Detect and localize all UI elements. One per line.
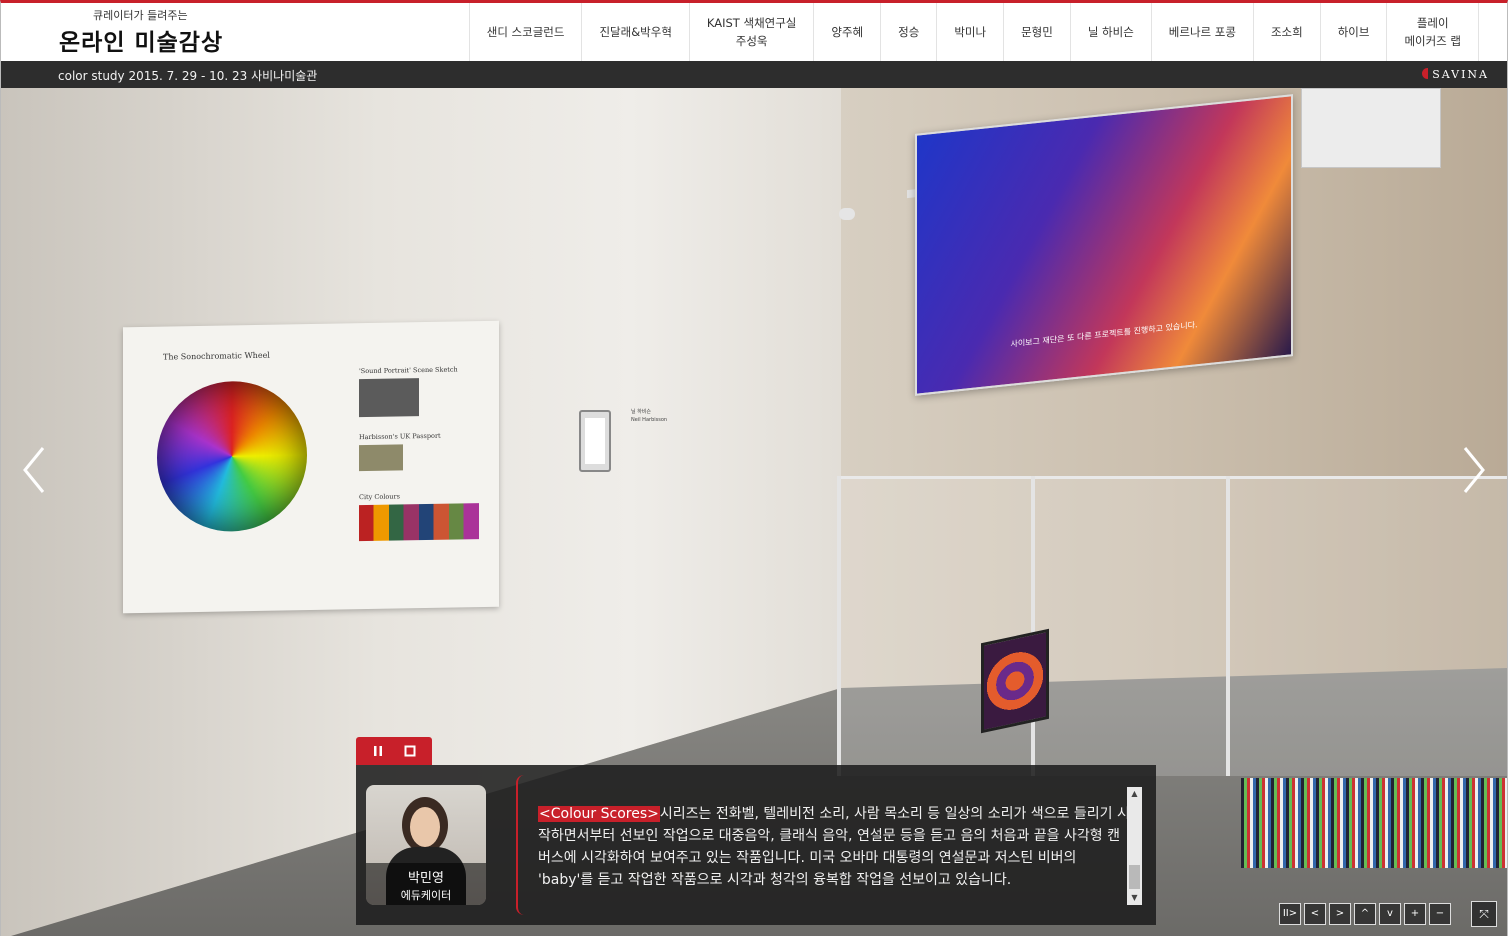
viewer-controls: II> < > ^ v + − <box>1279 903 1451 925</box>
sonochromatic-wheel <box>157 380 307 533</box>
tablet-screen <box>585 418 605 464</box>
savina-mark-icon <box>1422 68 1429 79</box>
nav-item-moon-hyungmin[interactable]: 문형민 <box>1003 3 1070 61</box>
presenter-face <box>410 807 440 847</box>
security-camera <box>839 208 855 220</box>
fullscreen-button[interactable]: ⤧ <box>1471 901 1497 927</box>
video-subtitle: 사이보그 재단은 또 다른 프로젝트를 진행하고 있습니다. <box>1010 320 1198 349</box>
scroll-down-icon[interactable]: ▼ <box>1127 891 1142 905</box>
narration-text: <Colour Scores>시리즈는 전화벨, 텔레비전 소리, 사람 목소리… <box>538 803 1130 891</box>
nav-item-kaist[interactable]: KAIST 색채연구실 주성욱 <box>688 3 813 61</box>
pan-left-button[interactable]: < <box>1304 903 1326 925</box>
nav-item-sandy-skoglund[interactable]: 샌디 스코글런드 <box>468 3 582 61</box>
zoom-in-button[interactable]: + <box>1404 903 1426 925</box>
railing-post <box>837 476 841 776</box>
next-arrow-icon[interactable] <box>1457 444 1489 496</box>
wall-tablet[interactable] <box>579 410 611 472</box>
pan-up-button[interactable]: ^ <box>1354 903 1376 925</box>
wall-label-title: 닐 하비슨 <box>631 409 651 415</box>
railing-post <box>1226 476 1230 776</box>
narration-highlight: <Colour Scores> <box>538 806 660 822</box>
nav-item-jin-park[interactable]: 진달래&박우혁 <box>581 3 688 61</box>
video-screen[interactable]: 사이보그 재단은 또 다른 프로젝트를 진행하고 있습니다. <box>915 94 1293 396</box>
header: 큐레이터가 들려주는 온라인 미술감상 샌디 스코글런드 진달래&박우혁 KAI… <box>1 3 1507 61</box>
stop-icon[interactable] <box>403 744 417 758</box>
nav-item-hive[interactable]: 하이브 <box>1319 3 1387 61</box>
narration-panel: 박민영 에듀케이터 <Colour Scores>시리즈는 전화벨, 텔레비전 … <box>356 765 1156 925</box>
nav-item-neil-harbisson[interactable]: 닐 하비슨 <box>1069 3 1151 61</box>
logo-title[interactable]: 온라인 미술감상 <box>59 23 223 57</box>
pan-right-button[interactable]: > <box>1329 903 1351 925</box>
railing-post <box>1031 476 1035 776</box>
prev-arrow-icon[interactable] <box>19 444 51 496</box>
narration-scrollbar[interactable]: ▲ ▼ <box>1127 787 1142 905</box>
presenter-role: 에듀케이터 <box>400 889 452 902</box>
narration-divider <box>516 775 524 915</box>
app-window: 큐레이터가 들려주는 온라인 미술감상 샌디 스코글런드 진달래&박우혁 KAI… <box>0 0 1508 936</box>
narration-controls <box>356 737 432 765</box>
artwork-panel[interactable]: The Sonochromatic Wheel 'Sound Portrait'… <box>123 320 499 614</box>
book-shelf <box>1241 778 1507 868</box>
presenter-name: 박민영 <box>408 871 444 886</box>
floor-artwork[interactable] <box>981 628 1049 734</box>
exhibition-info: color study 2015. 7. 29 - 10. 23 사비나미술관 <box>58 69 318 83</box>
pause-icon[interactable] <box>371 744 385 758</box>
city-colours-swatches <box>359 503 479 542</box>
presenter-photo: 박민영 에듀케이터 <box>366 785 486 905</box>
nav-item-park-mina[interactable]: 박미나 <box>936 3 1003 61</box>
logo-subtitle: 큐레이터가 들려주는 <box>93 9 188 22</box>
presenter-caption: 박민영 에듀케이터 <box>366 863 486 905</box>
exhibition-bar: color study 2015. 7. 29 - 10. 23 사비나미술관 … <box>1 61 1507 88</box>
artist-nav: 샌디 스코글런드 진달래&박우혁 KAIST 색채연구실 주성욱 양주혜 정승 … <box>468 3 1479 61</box>
panel-photo <box>359 378 419 418</box>
nav-item-jeong-seung[interactable]: 정승 <box>880 3 936 61</box>
air-conditioner <box>1301 88 1441 168</box>
savina-logo: SAVINA <box>1422 68 1489 81</box>
nav-item-yang-joohae[interactable]: 양주혜 <box>813 3 880 61</box>
artist-wall-label: 닐 하비슨 Neil Harbisson <box>631 408 749 424</box>
wall-label-subtitle: Neil Harbisson <box>631 417 668 423</box>
nav-item-playmakers-lab[interactable]: 플레이 메이커즈 랩 <box>1386 3 1479 61</box>
pan-down-button[interactable]: v <box>1379 903 1401 925</box>
autoplay-button[interactable]: II> <box>1279 903 1301 925</box>
scroll-up-icon[interactable]: ▲ <box>1127 787 1142 801</box>
nav-item-bernard-faucon[interactable]: 베르나르 포콩 <box>1150 3 1253 61</box>
glass-railing <box>837 476 1507 776</box>
panel-section-3: City Colours <box>359 492 400 502</box>
panel-section-2: Harbisson's UK Passport <box>359 431 441 442</box>
nav-item-jo-sohee[interactable]: 조소희 <box>1252 3 1320 61</box>
zoom-out-button[interactable]: − <box>1429 903 1451 925</box>
scroll-thumb[interactable] <box>1129 865 1140 889</box>
panel-title: The Sonochromatic Wheel <box>163 350 270 362</box>
passport-photo <box>359 444 403 472</box>
savina-logo-text: SAVINA <box>1432 68 1489 81</box>
panel-section-1: 'Sound Portrait' Scene Sketch <box>359 365 458 376</box>
